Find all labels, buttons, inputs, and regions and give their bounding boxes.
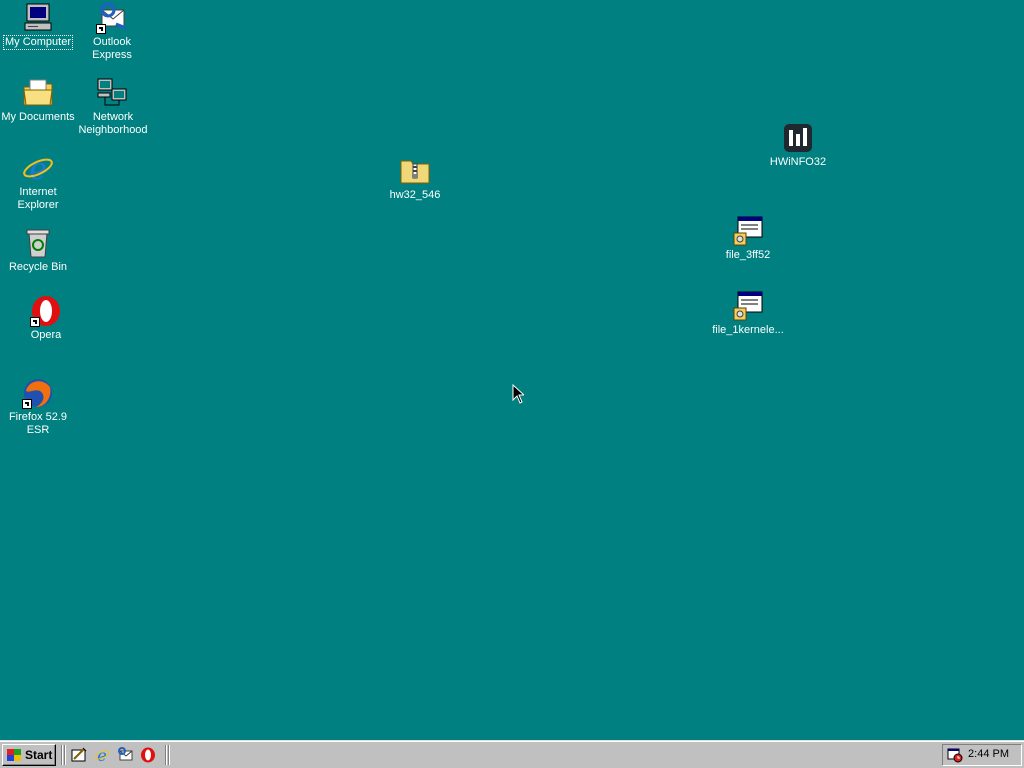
windows-logo-icon xyxy=(6,748,22,762)
desktop-icon-hw32-546[interactable]: hw32_546 xyxy=(377,155,453,202)
desktop-icon-label: Recycle Bin xyxy=(8,261,68,273)
opera-icon xyxy=(30,295,62,327)
shortcut-arrow-icon xyxy=(22,399,32,409)
firefox-icon xyxy=(22,377,54,409)
desktop-icon-label: HWiNFO32 xyxy=(769,156,827,168)
my-documents-icon xyxy=(22,77,54,109)
task-scheduler-icon[interactable] xyxy=(947,747,963,763)
desktop-icon-opera[interactable]: Opera xyxy=(8,295,84,342)
outlook-express-icon[interactable] xyxy=(117,747,133,763)
desktop-icon-label: Opera xyxy=(30,329,62,341)
outlook-express-icon xyxy=(96,2,128,34)
shortcut-arrow-icon xyxy=(30,317,40,327)
internet-explorer-icon[interactable]: e xyxy=(94,746,110,765)
clock[interactable]: 2:44 PM xyxy=(968,748,1009,760)
taskbar-separator xyxy=(61,745,63,765)
svg-text:e: e xyxy=(97,747,106,763)
desktop-icon-label: Internet Explorer xyxy=(17,186,59,211)
show-desktop-icon[interactable] xyxy=(71,747,87,763)
my-computer-icon xyxy=(22,2,54,34)
desktop-icon-label: Outlook Express xyxy=(92,36,132,61)
desktop-icon-outlook-express[interactable]: Outlook Express xyxy=(74,2,150,62)
setup-program-icon xyxy=(732,290,764,322)
hwinfo-icon xyxy=(782,122,814,154)
desktop-icon-firefox[interactable]: Firefox 52.9 ESR xyxy=(0,377,76,437)
internet-explorer-icon: e xyxy=(22,152,54,187)
start-button[interactable]: Start xyxy=(2,744,56,766)
taskbar-separator xyxy=(64,745,66,765)
mouse-cursor-icon xyxy=(512,383,526,404)
desktop-icon-file-3ff52[interactable]: file_3ff52 xyxy=(710,215,786,262)
desktop-icon-hwinfo32[interactable]: HWiNFO32 xyxy=(760,122,836,169)
network-neighborhood-icon xyxy=(96,77,128,109)
desktop-icon-my-computer[interactable]: My Computer xyxy=(0,2,76,50)
system-tray: 2:44 PM xyxy=(942,744,1022,766)
desktop-icon-label: My Computer xyxy=(2,35,74,50)
desktop-icon-internet-explorer[interactable]: e Internet Explorer xyxy=(0,152,76,212)
desktop-icon-file-1kernele[interactable]: file_1kernele... xyxy=(710,290,786,337)
desktop-icon-label: hw32_546 xyxy=(389,189,441,201)
taskbar-separator xyxy=(165,745,167,765)
taskbar: Start e 2:44 PM xyxy=(0,740,1024,768)
shortcut-arrow-icon xyxy=(96,24,106,34)
zip-folder-icon xyxy=(399,155,431,187)
desktop-icon-network-neighborhood[interactable]: Network Neighborhood xyxy=(74,77,150,137)
desktop-icon-recycle-bin[interactable]: Recycle Bin xyxy=(0,227,76,274)
desktop-icon-label: My Documents xyxy=(1,111,75,123)
desktop-icon-my-documents[interactable]: My Documents xyxy=(0,77,76,124)
desktop-icon-label: Firefox 52.9 ESR xyxy=(8,411,68,436)
desktop-icon-label: Network Neighborhood xyxy=(78,111,148,136)
start-label: Start xyxy=(25,748,53,762)
svg-text:e: e xyxy=(29,152,47,184)
desktop-icon-label: file_3ff52 xyxy=(725,249,771,261)
recycle-bin-icon xyxy=(22,227,54,259)
opera-icon[interactable] xyxy=(140,747,156,763)
desktop[interactable]: My Computer Outlook Express My Documents xyxy=(0,0,1024,740)
desktop-icon-label: file_1kernele... xyxy=(712,324,784,336)
taskbar-separator xyxy=(168,745,170,765)
setup-program-icon xyxy=(732,215,764,247)
